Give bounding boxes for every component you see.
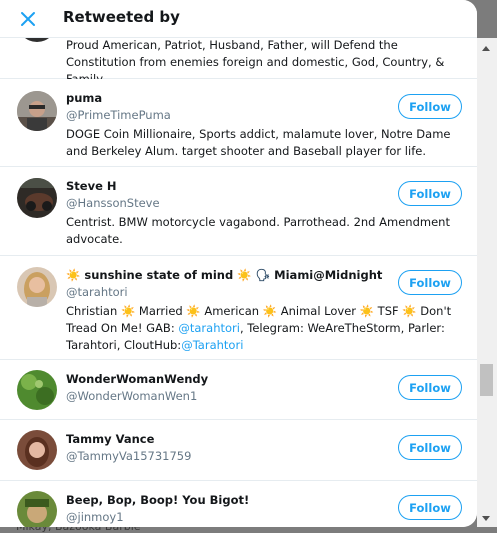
user-bio: DOGE Coin Millionaire, Sports addict, ma…	[66, 127, 451, 158]
sun-icon: ☀️	[237, 268, 252, 282]
avatar-image	[17, 91, 57, 131]
user-name[interactable]: ☀️ sunshine state of mind ☀️ 🗣 Miami@Mid…	[66, 268, 382, 282]
gab-link[interactable]: @tarahtori	[178, 321, 240, 335]
user-row[interactable]: ☀️ sunshine state of mind ☀️ 🗣 Miami@Mid…	[0, 256, 477, 360]
sun-icon: ☀️	[402, 304, 417, 318]
follow-button[interactable]: Follow	[398, 181, 462, 206]
user-row[interactable]: Steve H @HanssonSteve Centrist. BMW moto…	[0, 167, 477, 256]
sun-icon: ☀️	[186, 304, 201, 318]
user-handle[interactable]: @WonderWomanWen1	[66, 389, 197, 403]
user-handle[interactable]: @PrimeTimePuma	[66, 108, 171, 122]
follow-button[interactable]: Follow	[398, 94, 462, 119]
close-button[interactable]	[14, 6, 42, 32]
avatar-image	[17, 267, 57, 307]
user-bio: Christian ☀️ Married ☀️ American ☀️ Anim…	[66, 304, 452, 352]
modal-title: Retweeted by	[63, 8, 180, 26]
user-row[interactable]: puma @PrimeTimePuma DOGE Coin Millionair…	[0, 79, 477, 167]
user-name[interactable]: WonderWomanWendy	[66, 372, 208, 386]
user-handle[interactable]: @TammyVa15731759	[66, 449, 191, 463]
scroll-down-arrow-icon[interactable]	[482, 516, 490, 521]
avatar[interactable]	[17, 370, 57, 410]
avatar[interactable]	[17, 178, 57, 218]
speaking-head-icon: 🗣	[255, 268, 271, 282]
scroll-up-arrow-icon[interactable]	[482, 46, 490, 51]
follow-button[interactable]: Follow	[398, 375, 462, 400]
avatar-image	[17, 370, 57, 410]
user-name[interactable]: Tammy Vance	[66, 432, 154, 446]
sun-icon: ☀️	[262, 304, 278, 318]
user-name[interactable]: Beep, Bop, Boop! You Bigot!	[66, 493, 249, 507]
follow-button[interactable]: Follow	[398, 270, 462, 295]
avatar-image	[17, 430, 57, 470]
user-handle[interactable]: @tarahtori	[66, 285, 128, 299]
user-name[interactable]: Steve H	[66, 179, 117, 193]
user-row[interactable]: Proud American, Patriot, Husband, Father…	[0, 38, 477, 86]
scroll-thumb[interactable]	[480, 364, 493, 396]
follow-button[interactable]: Follow	[398, 435, 462, 460]
user-handle[interactable]: @jinmoy1	[66, 510, 124, 524]
avatar[interactable]	[17, 430, 57, 470]
sun-icon: ☀️	[359, 304, 375, 318]
close-icon	[21, 12, 35, 26]
avatar[interactable]	[17, 267, 57, 307]
retweeted-by-modal: Retweeted by Proud American, Patriot, Hu…	[0, 0, 477, 527]
avatar[interactable]	[17, 91, 57, 131]
follow-button[interactable]: Follow	[398, 495, 462, 520]
user-row[interactable]: WonderWomanWendy @WonderWomanWen1 Follow	[0, 360, 477, 420]
user-row[interactable]: Beep, Bop, Boop! You Bigot! @jinmoy1 Fol…	[0, 481, 477, 527]
user-name[interactable]: puma	[66, 91, 102, 105]
modal-header: Retweeted by	[0, 0, 477, 38]
user-handle[interactable]: @HanssonSteve	[66, 196, 160, 210]
avatar-image	[17, 491, 57, 527]
avatar-image	[17, 178, 57, 218]
user-list: Proud American, Patriot, Husband, Father…	[0, 38, 477, 527]
sun-icon: ☀️	[120, 304, 136, 318]
clouthub-link[interactable]: @Tarahtori	[181, 338, 243, 352]
scrollbar[interactable]	[477, 38, 497, 527]
user-bio: Centrist. BMW motorcycle vagabond. Parro…	[66, 215, 450, 246]
avatar[interactable]	[17, 491, 57, 527]
user-row[interactable]: Tammy Vance @TammyVa15731759 Follow	[0, 420, 477, 481]
sun-icon: ☀️	[66, 268, 81, 282]
avatar[interactable]	[17, 38, 57, 42]
